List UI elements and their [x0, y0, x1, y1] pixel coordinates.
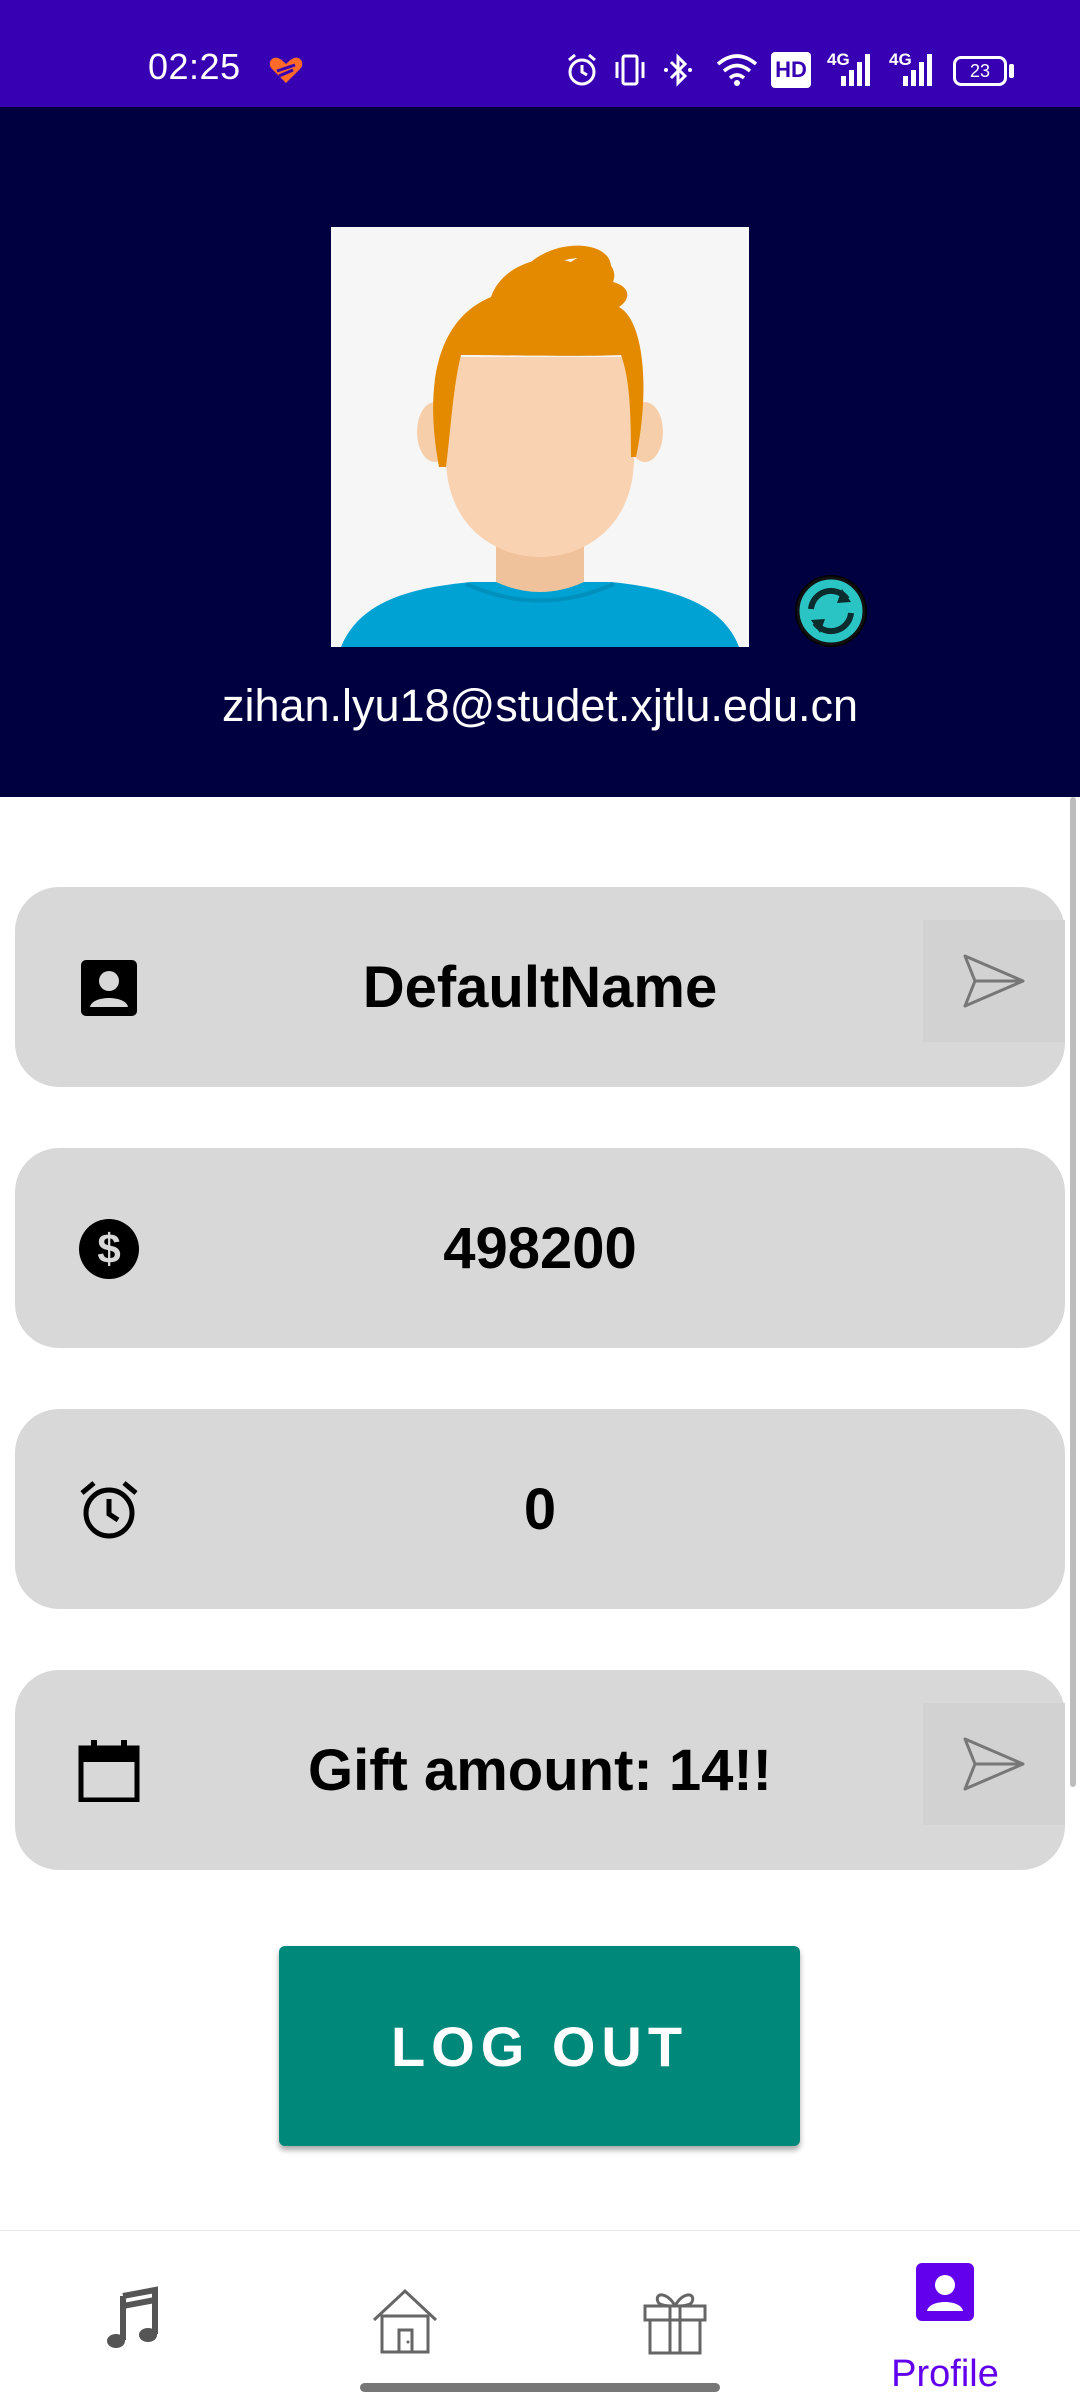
bluetooth-icon	[664, 53, 692, 87]
timer-card: 0	[15, 1409, 1065, 1609]
status-time: 02:25	[148, 46, 241, 87]
signal-4g-icon: 4G	[889, 50, 937, 88]
battery-icon: 23	[953, 56, 1007, 86]
gift-icon	[643, 2293, 707, 2355]
coins-value: 498200	[443, 1215, 637, 1281]
gift-send-button[interactable]	[923, 1703, 1065, 1825]
profile-icon	[916, 2263, 974, 2321]
coins-card: $ 498200	[15, 1148, 1065, 1348]
status-bar: 02:25 HD 4G 4G 23	[0, 0, 1080, 107]
edit-name-send-button[interactable]	[923, 920, 1065, 1042]
music-note-icon	[107, 2286, 158, 2348]
scrollbar[interactable]	[1070, 797, 1076, 1787]
nav-gift[interactable]	[540, 2231, 810, 2401]
gift-value: Gift amount: 14!!	[308, 1737, 772, 1803]
battery-tip	[1009, 64, 1014, 78]
send-icon	[963, 954, 1025, 1008]
user-email: zihan.lyu18@studet.xjtlu.edu.cn	[221, 680, 859, 731]
nav-music[interactable]	[0, 2231, 270, 2401]
name-value: DefaultName	[362, 954, 718, 1020]
timer-value: 0	[523, 1476, 557, 1542]
alarm-icon	[568, 53, 596, 86]
name-card: DefaultName	[15, 887, 1065, 1087]
home-icon	[372, 2288, 438, 2354]
gift-card: Gift amount: 14!!	[15, 1670, 1065, 1870]
nav-profile[interactable]: Profile	[810, 2231, 1080, 2401]
nav-profile-label: Profile	[891, 2353, 999, 2395]
avatar-illustration	[331, 227, 749, 647]
bottom-navigation: Profile	[0, 2230, 1080, 2401]
avatar	[331, 227, 749, 647]
wifi-icon	[716, 54, 758, 86]
send-icon	[963, 1737, 1025, 1791]
refresh-avatar-button[interactable]	[795, 575, 867, 647]
refresh-icon	[796, 576, 866, 646]
signal-4g-icon: 4G	[827, 50, 875, 88]
logout-button[interactable]: LOG OUT	[279, 1946, 800, 2146]
home-indicator[interactable]	[360, 2383, 720, 2392]
heart-icon	[269, 57, 303, 83]
nav-home[interactable]	[270, 2231, 540, 2401]
hd-icon: HD	[771, 52, 811, 88]
vibrate-icon	[615, 54, 645, 86]
